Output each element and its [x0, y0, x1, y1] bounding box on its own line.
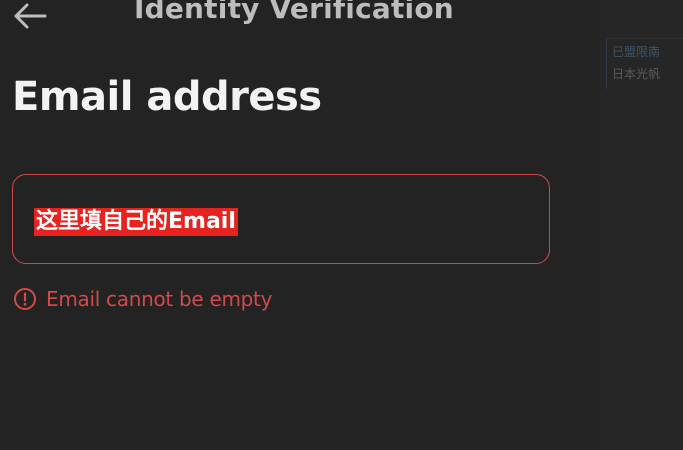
back-button[interactable] [10, 0, 50, 32]
page-title: Email address [12, 74, 322, 120]
side-panel-line-1: 已盟限南 [612, 45, 661, 59]
annotation-label: 这里填自己的Email [34, 208, 238, 236]
error-icon [13, 287, 37, 311]
side-panel-line-2: 日本光帆 [612, 67, 661, 81]
side-panel: 已盟限南 日本光帆 [600, 0, 683, 450]
header-title: Identity Verification [134, 0, 454, 25]
error-message: Email cannot be empty [13, 287, 272, 311]
arrow-left-icon [14, 3, 47, 29]
error-text: Email cannot be empty [46, 287, 273, 311]
identity-verification-screen: Identity Verification Email address j 这里… [0, 0, 600, 450]
